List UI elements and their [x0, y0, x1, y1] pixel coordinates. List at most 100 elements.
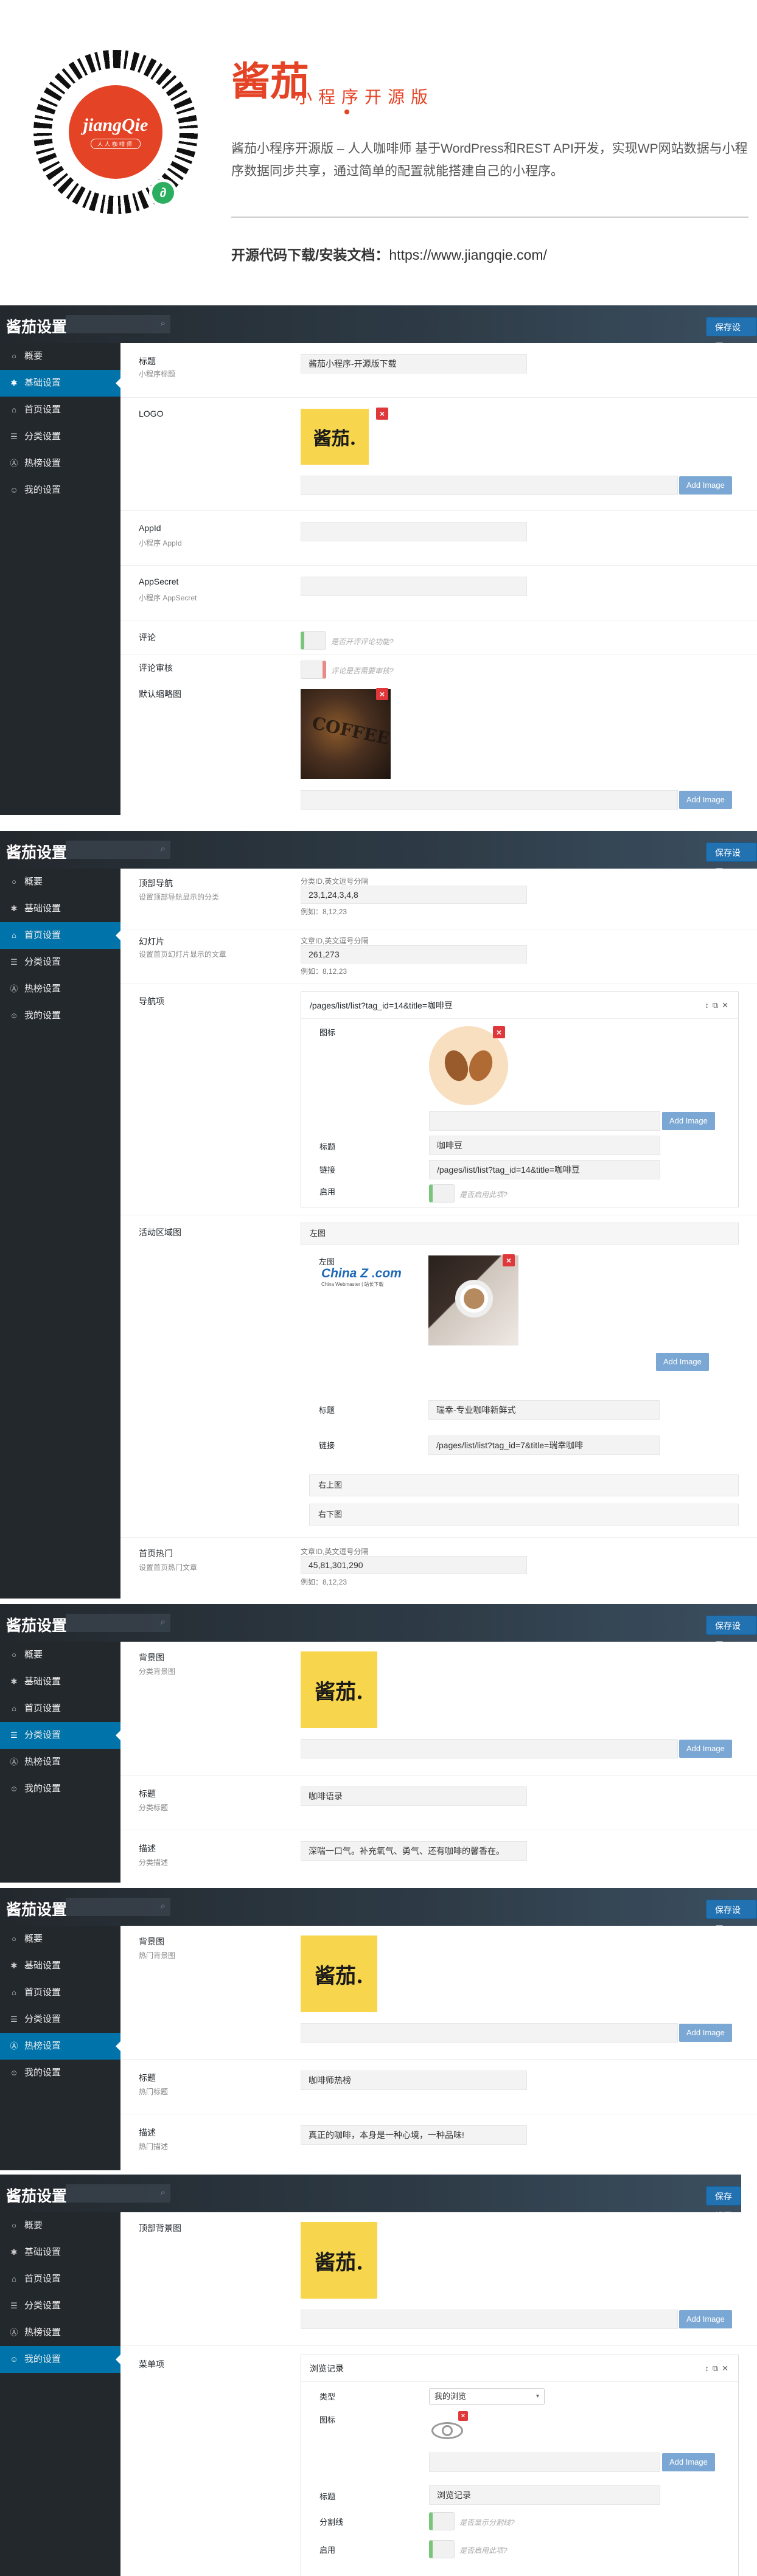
sidebar-item-mine[interactable]: ☺ 我的设置	[0, 477, 120, 504]
sidebar-item-hot[interactable]: Ⓐ 热榜设置	[0, 2033, 120, 2060]
thumbnail-image: COFFEE	[301, 689, 391, 779]
sidebar-item-hot[interactable]: Ⓐ 热榜设置	[0, 976, 120, 1002]
comment-toggle[interactable]	[301, 631, 326, 650]
menu-icon-url-input[interactable]	[429, 2453, 660, 2472]
save-button[interactable]: 保存设置	[706, 1900, 757, 1934]
menu-title-input[interactable]: 浏览记录	[429, 2485, 660, 2505]
category-title-input[interactable]: 咖啡语录	[301, 1786, 527, 1806]
sidebar-item-category[interactable]: ☰ 分类设置	[0, 2293, 120, 2319]
add-image-button[interactable]: Add Image	[679, 1740, 732, 1758]
remove-image-button[interactable]: ×	[493, 1026, 505, 1038]
mine-bg-url-input[interactable]	[301, 2310, 678, 2329]
remove-image-button[interactable]: ×	[503, 1254, 515, 1266]
hot-desc-input[interactable]: 真正的咖啡，本身是一种心境，一种品味!	[301, 2125, 527, 2145]
menu-enable-toggle[interactable]	[429, 2540, 455, 2558]
right-top-image-bar[interactable]: 右上图	[309, 1474, 739, 1496]
sidebar-item-overview[interactable]: ○ 概要	[0, 2212, 120, 2239]
nav-link-input[interactable]: /pages/list/list?tag_id=14&title=咖啡豆	[429, 1160, 660, 1179]
sidebar-item-overview[interactable]: ○ 概要	[0, 1926, 120, 1953]
remove-image-button[interactable]: ×	[458, 2411, 468, 2421]
add-image-button[interactable]: Add Image	[679, 2310, 732, 2328]
nav-item-header[interactable]: /pages/list/list?tag_id=14&title=咖啡豆 ↕⧉✕	[301, 992, 738, 1019]
right-bottom-image-bar[interactable]: 右下图	[309, 1504, 739, 1526]
sidebar-item-hot[interactable]: Ⓐ 热榜设置	[0, 2319, 120, 2346]
sidebar-item-home[interactable]: ⌂ 首页设置	[0, 397, 120, 423]
hot-title-input[interactable]: 咖啡师热榜	[301, 2071, 527, 2090]
sidebar-item-basic[interactable]: ✱ 基础设置	[0, 370, 120, 397]
sidebar-item-hot[interactable]: Ⓐ 热榜设置	[0, 450, 120, 477]
save-button[interactable]: 保存设置	[706, 317, 757, 352]
list-icon: ☰	[10, 1731, 18, 1740]
user-icon: ☺	[10, 1011, 18, 1020]
sidebar-item-mine[interactable]: ☺ 我的设置	[0, 2346, 120, 2373]
save-button[interactable]: 保存设置	[706, 842, 757, 877]
thumb-url-input[interactable]	[301, 790, 678, 810]
search-input[interactable]: ⌕	[66, 2184, 170, 2203]
nav-icon-url-input[interactable]	[429, 1111, 660, 1131]
sidebar-item-category[interactable]: ☰ 分类设置	[0, 949, 120, 976]
circle-icon: ○	[12, 1934, 16, 1943]
left-title-input[interactable]: 瑞幸-专业咖啡新鲜式	[428, 1400, 660, 1420]
sidebar-item-mine[interactable]: ☺ 我的设置	[0, 1776, 120, 1802]
search-input[interactable]: ⌕	[66, 315, 170, 333]
search-input[interactable]: ⌕	[66, 1614, 170, 1632]
hot-bg-image: 酱茄.	[301, 1935, 377, 2012]
menu-item-header[interactable]: 浏览记录 ↕⧉✕	[301, 2355, 738, 2382]
nav-title-input[interactable]: 咖啡豆	[429, 1136, 660, 1155]
sidebar-item-basic[interactable]: ✱ 基础设置	[0, 2239, 120, 2266]
sidebar-item-home[interactable]: ⌂ 首页设置	[0, 1695, 120, 1722]
appsecret-input[interactable]	[301, 577, 527, 596]
add-image-button[interactable]: Add Image	[662, 1112, 715, 1130]
type-select[interactable]: 我的浏览 ▾	[429, 2388, 545, 2405]
search-input[interactable]: ⌕	[66, 1898, 170, 1916]
remove-image-button[interactable]: ×	[376, 688, 388, 700]
sidebar-item-overview[interactable]: ○ 概要	[0, 1642, 120, 1668]
slides-input[interactable]: 261,273	[301, 945, 527, 963]
add-image-button[interactable]: Add Image	[679, 791, 732, 809]
sidebar-item-basic[interactable]: ✱ 基础设置	[0, 1668, 120, 1695]
sidebar-item-category[interactable]: ☰ 分类设置	[0, 1722, 120, 1749]
sidebar-item-mine[interactable]: ☺ 我的设置	[0, 2060, 120, 2086]
audit-toggle[interactable]	[301, 661, 326, 679]
left-link-input[interactable]: /pages/list/list?tag_id=7&title=瑞幸咖啡	[428, 1436, 660, 1455]
title-input[interactable]: 酱茄小程序-开源版下载	[301, 354, 527, 373]
download-link[interactable]: https://www.jiangqie.com/	[389, 247, 547, 263]
appid-input[interactable]	[301, 522, 527, 541]
add-image-button[interactable]: Add Image	[662, 2453, 715, 2471]
save-button[interactable]: 保存设置	[706, 1616, 757, 1650]
gear-icon: ✱	[10, 1961, 18, 1970]
search-input[interactable]: ⌕	[66, 841, 170, 859]
sidebar-item-basic[interactable]: ✱ 基础设置	[0, 1953, 120, 1979]
sidebar-item-overview[interactable]: ○ 概要	[0, 869, 120, 895]
hot-bg-url-input[interactable]	[301, 2023, 678, 2043]
item-actions-icon[interactable]: ↕⧉✕	[705, 2355, 732, 2382]
category-bg-url-input[interactable]	[301, 1739, 678, 1758]
sidebar-item-mine[interactable]: ☺ 我的设置	[0, 1002, 120, 1029]
sidebar-item-home[interactable]: ⌂ 首页设置	[0, 922, 120, 949]
add-image-button[interactable]: Add Image	[679, 2024, 732, 2042]
top-nav-input[interactable]: 23,1,24,3,4,8	[301, 886, 527, 904]
add-image-button[interactable]: Add Image	[656, 1353, 709, 1371]
sidebar-item-basic[interactable]: ✱ 基础设置	[0, 895, 120, 922]
left-image-bar[interactable]: 左图	[301, 1223, 739, 1245]
nav-enable-toggle[interactable]	[429, 1184, 455, 1203]
sidebar-item-home[interactable]: ⌂ 首页设置	[0, 1979, 120, 2006]
sidebar-item-category[interactable]: ☰ 分类设置	[0, 2006, 120, 2033]
sidebar-item-hot[interactable]: Ⓐ 热榜设置	[0, 1749, 120, 1776]
flame-icon: Ⓐ	[10, 2328, 18, 2337]
sidebar-item-category[interactable]: ☰ 分类设置	[0, 423, 120, 450]
logo-url-input[interactable]	[301, 476, 678, 495]
sidebar-item-home[interactable]: ⌂ 首页设置	[0, 2266, 120, 2293]
qr-subtitle: 人人咖啡师	[90, 138, 141, 149]
home-icon: ⌂	[12, 1988, 16, 1997]
item-actions-icon[interactable]: ↕⧉✕	[705, 992, 732, 1019]
sidebar-item-overview[interactable]: ○ 概要	[0, 343, 120, 370]
add-image-button[interactable]: Add Image	[679, 476, 732, 495]
remove-image-button[interactable]: ×	[376, 408, 388, 420]
list-icon: ☰	[10, 2015, 18, 2024]
save-button[interactable]: 保存设置	[706, 2186, 741, 2221]
divider-toggle[interactable]	[429, 2512, 455, 2530]
home-hot-input[interactable]: 45,81,301,290	[301, 1556, 527, 1574]
category-desc-input[interactable]: 深喘一口气。补充氧气、勇气、还有咖啡的馨香在。	[301, 1841, 527, 1861]
field-home-hot: 首页热门 设置首页热门文章 文章ID,英文逗号分隔 45,81,301,290 …	[120, 1538, 757, 1599]
